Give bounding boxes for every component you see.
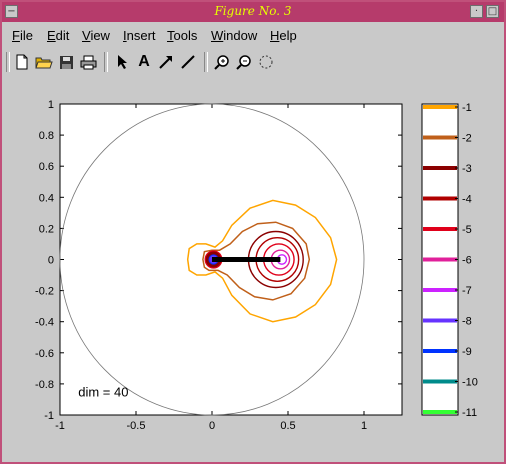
menu-tools[interactable]: Tools <box>167 28 197 43</box>
colorbar-label: -2 <box>462 133 472 145</box>
toolbar-separator <box>104 52 108 72</box>
zoom-out-icon[interactable] <box>234 52 254 72</box>
y-tick-label: -0.4 <box>35 317 54 329</box>
figure-window: − Figure No. 3 · □ File Edit View Insert… <box>0 0 506 464</box>
menu-bar: File Edit View Insert Tools Window Help <box>2 24 504 46</box>
new-file-icon[interactable] <box>12 52 32 72</box>
menu-edit[interactable]: Edit <box>47 28 69 43</box>
menu-help[interactable]: Help <box>270 28 297 43</box>
open-folder-icon[interactable] <box>34 52 54 72</box>
minimize-button[interactable]: · <box>470 5 483 18</box>
colorbar-label: -8 <box>462 316 472 328</box>
arrow-icon[interactable] <box>156 52 176 72</box>
colorbar-label: -6 <box>462 255 472 267</box>
title-bar[interactable]: − Figure No. 3 · □ <box>2 2 504 22</box>
figure-canvas[interactable]: -1 -0.5 0 0.5 1 1 0.8 0.6 0.4 0.2 0 -0.2 -0.4 -0.6 -0.… <box>2 80 504 460</box>
y-tick-label: -0.8 <box>35 379 54 391</box>
toolbar-separator <box>204 52 208 72</box>
menu-window[interactable]: Window <box>211 28 257 43</box>
colorbar-label: -11 <box>462 407 477 419</box>
colorbar-label: -7 <box>462 285 472 297</box>
x-tick-label: 0 <box>209 420 215 432</box>
colorbar-label: -10 <box>462 377 478 389</box>
text-icon[interactable]: A <box>134 52 154 72</box>
y-tick-label: 0.6 <box>39 161 54 173</box>
y-tick-label: 1 <box>48 99 54 111</box>
dim-annotation: dim = 40 <box>78 384 128 399</box>
x-tick-label: -0.5 <box>127 420 146 432</box>
text-tool-label: A <box>138 53 150 70</box>
y-tick-label: -1 <box>44 410 54 422</box>
y-tick-label: -0.6 <box>35 348 54 360</box>
x-tick-label: 1 <box>361 420 367 432</box>
menu-view[interactable]: View <box>82 28 110 43</box>
maximize-button[interactable]: □ <box>486 5 499 18</box>
colorbar-label: -5 <box>462 224 472 236</box>
window-title: Figure No. 3 <box>214 4 292 18</box>
colorbar-label: -9 <box>462 346 472 358</box>
y-tick-label: 0 <box>48 255 54 267</box>
y-tick-label: 0.2 <box>39 223 54 235</box>
rotate-icon[interactable] <box>256 52 276 72</box>
colorbar-label: -3 <box>462 163 472 175</box>
select-arrow-icon[interactable] <box>112 52 132 72</box>
x-tick-label: 0.5 <box>280 420 295 432</box>
axes: -1 -0.5 0 0.5 1 1 0.8 0.6 0.4 0.2 0 -0.2 -0.4 -0.6 -0.… <box>35 99 403 432</box>
zoom-in-icon[interactable] <box>212 52 232 72</box>
y-tick-label: 0.4 <box>39 192 54 204</box>
colorbar-label: -1 <box>462 102 472 114</box>
colorbar-label: -4 <box>462 194 472 206</box>
x-tick-label: -1 <box>55 420 65 432</box>
line-icon[interactable] <box>178 52 198 72</box>
colorbar: -1 -2 -3 -4 -5 -6 -7 -8 -9 -10 -11 <box>421 102 478 419</box>
menu-file[interactable]: File <box>12 28 33 43</box>
toolbar-separator <box>6 52 10 72</box>
save-icon[interactable] <box>56 52 76 72</box>
print-icon[interactable] <box>78 52 98 72</box>
y-tick-label: 0.8 <box>39 130 54 142</box>
y-tick-label: -0.2 <box>35 286 54 298</box>
menu-insert[interactable]: Insert <box>123 28 156 43</box>
